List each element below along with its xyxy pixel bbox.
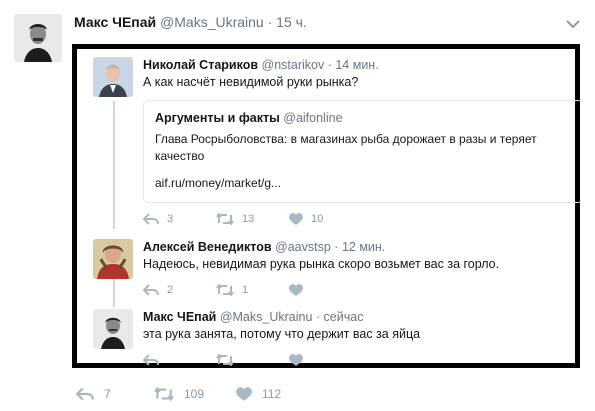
reply-count: 7 [104,387,111,401]
tweet-header: Макс ЧЕпай @Maks_Ukrainu · 15 ч. [74,14,307,30]
like-button[interactable]: 112 [236,386,281,402]
author-name[interactable]: Макс ЧЕпай [74,14,156,30]
tweet-text: Надеюсь, невидимая рука рынка скоро возь… [143,257,500,271]
tweet-actions: 2 1 [143,282,403,298]
tweet-time[interactable]: 12 мин. [342,240,385,254]
reply-icon [143,213,159,225]
retweet-button[interactable]: 1 [216,282,248,298]
separator: · [334,240,339,254]
thread-tweet[interactable]: Алексей Венедиктов @aavstsp · 12 мин. На… [77,231,575,301]
retweet-button[interactable]: 13 [216,211,254,227]
tweet-header: Николай Стариков @nstarikov · 14 мин. [143,58,379,72]
author-name[interactable]: Николай Стариков [143,58,258,72]
reply-button[interactable] [143,352,167,368]
author-handle[interactable]: @nstarikov [262,58,325,72]
card-description: Глава Росрыболовства: в магазинах рыба д… [155,132,537,163]
tweet-actions: 7 109 112 [76,386,376,402]
avatar[interactable] [93,239,133,279]
card-link[interactable]: aif.ru/money/market/g... [155,176,281,190]
avatar[interactable] [93,57,133,97]
reply-icon [76,387,94,401]
thread-tweet[interactable]: Макс ЧЕпай @Maks_Ukrainu · сейчас эта ру… [77,301,575,371]
author-handle[interactable]: @aavstsp [275,240,331,254]
author-avatar[interactable] [14,14,62,62]
chevron-down-icon[interactable] [566,16,580,29]
reply-icon [143,354,159,366]
retweet-icon [216,284,234,296]
embedded-thread-screenshot: Николай Стариков @nstarikov · 14 мин. А … [72,44,583,371]
retweet-count: 13 [242,213,255,225]
reply-icon [143,284,159,296]
reply-button[interactable]: 3 [143,211,173,227]
retweet-icon [154,387,174,401]
like-icon [289,283,303,297]
author-name[interactable]: Алексей Венедиктов [143,240,272,254]
tweet-time[interactable]: сейчас [324,310,364,324]
retweet-button[interactable]: 109 [154,386,204,402]
like-icon [289,212,303,226]
avatar[interactable] [93,309,133,349]
reply-button[interactable]: 2 [143,282,173,298]
tweet-actions: 3 13 10 [143,211,403,227]
like-icon [289,353,303,367]
tweet-header: Макс ЧЕпай @Maks_Ukrainu · сейчас [143,310,363,324]
thread-tweet[interactable]: Николай Стариков @nstarikov · 14 мин. А … [77,49,583,229]
tweet-text: А как насчёт невидимой руки рынка? [143,75,359,89]
reply-count: 2 [167,284,174,296]
tweet-header: Алексей Венедиктов @aavstsp · 12 мин. [143,240,385,254]
like-button[interactable]: 10 [289,211,323,227]
reply-count: 3 [167,213,174,225]
author-name[interactable]: Макс ЧЕпай [143,310,216,324]
author-handle[interactable]: @Maks_Ukrainu [220,310,313,324]
separator: · [315,310,321,324]
retweet-icon [216,213,234,225]
card-source-name: Аргументы и факты [155,111,280,125]
card-source[interactable]: Аргументы и факты @aifonline [155,111,343,125]
retweet-count: 1 [242,284,249,296]
retweet-button[interactable] [216,352,242,368]
reply-button[interactable]: 7 [76,386,111,402]
like-count: 112 [262,387,282,401]
tweet-time[interactable]: 15 ч. [276,14,307,30]
retweet-count: 109 [184,387,205,401]
tweet-actions [143,352,403,368]
retweet-icon [216,354,234,366]
like-icon [236,386,252,402]
separator: · [267,14,273,30]
separator: · [327,58,332,72]
like-button[interactable] [289,282,311,298]
link-card[interactable]: Аргументы и факты @aifonline Глава Росры… [143,100,583,203]
like-button[interactable] [289,352,311,368]
tweet-text: эта рука занята, потому что держит вас з… [143,327,421,341]
author-handle[interactable]: @Maks_Ukrainu [160,14,264,30]
tweet-time[interactable]: 14 мин. [335,58,378,72]
card-source-handle: @aifonline [283,111,343,125]
like-count: 10 [311,213,324,225]
